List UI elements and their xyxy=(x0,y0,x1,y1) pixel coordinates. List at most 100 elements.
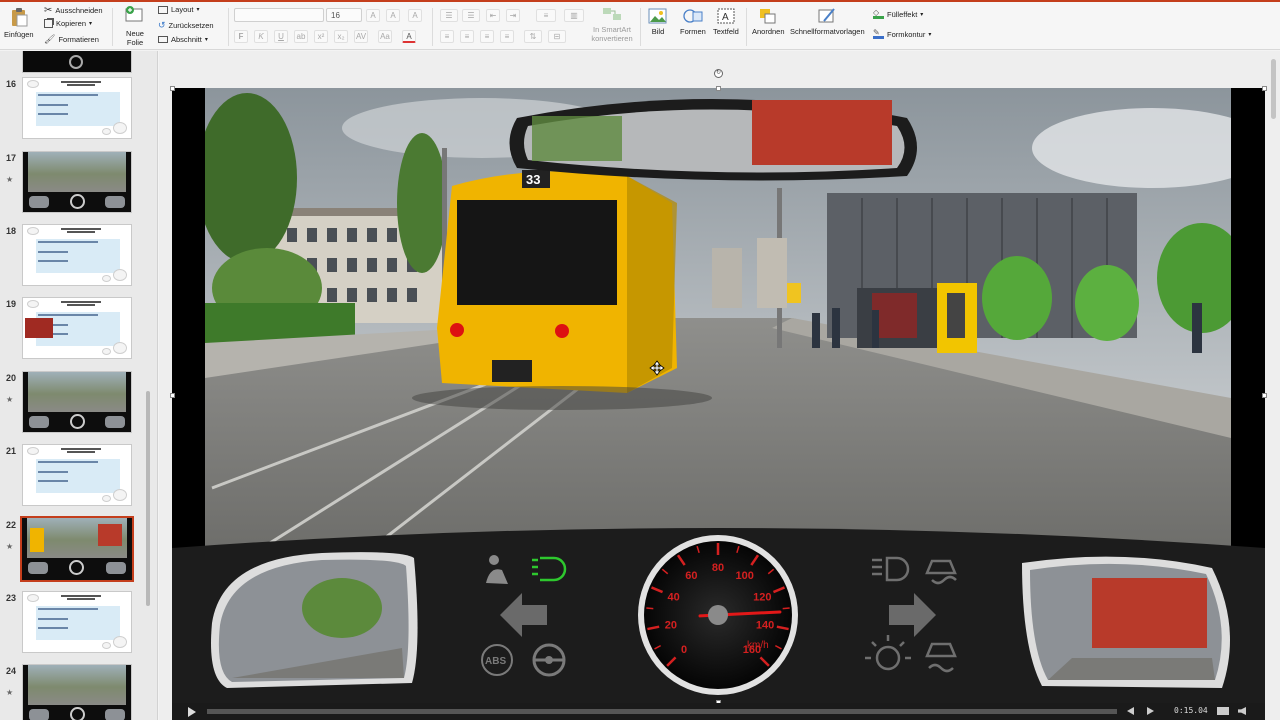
outline-button[interactable]: ✎ Formkontur ▾ xyxy=(873,29,931,39)
sidebar-scroll-thumb[interactable] xyxy=(146,391,150,606)
preview-scene xyxy=(28,665,126,705)
resize-handle-e[interactable] xyxy=(1262,393,1267,398)
underline-icon[interactable]: U xyxy=(274,30,288,43)
canvas-scrollbar[interactable] xyxy=(1271,59,1276,119)
brush-icon: 🖌 xyxy=(44,34,56,44)
shapes-button[interactable]: Formen xyxy=(680,7,706,36)
smartart-button[interactable]: In SmartArt konvertieren xyxy=(588,5,636,43)
preview-text-line xyxy=(38,94,98,96)
preview-mirror xyxy=(28,562,48,574)
bullets-icon[interactable]: ☰ xyxy=(440,9,458,22)
preview-decoration xyxy=(113,342,127,354)
outdent-icon[interactable]: ⇤ xyxy=(486,9,500,22)
slide-thumbnail[interactable] xyxy=(0,51,145,77)
font-name-field[interactable] xyxy=(234,8,324,22)
numbering-icon[interactable]: ☰ xyxy=(462,9,480,22)
new-slide-label: Neue Folie xyxy=(126,29,144,47)
preview-mirror xyxy=(106,562,126,574)
slide-thumbnail[interactable]: 17 ★ xyxy=(0,151,145,217)
slide-number: 18 xyxy=(5,226,16,236)
resize-handle-n[interactable] xyxy=(716,86,721,91)
rotate-handle-icon[interactable]: ↻ xyxy=(714,69,723,78)
reset-icon: ↺ xyxy=(158,20,166,30)
align-center-icon[interactable]: ≡ xyxy=(460,30,474,43)
slide-number: 19 xyxy=(5,299,16,309)
italic-icon[interactable]: K xyxy=(254,30,268,43)
preview-mirror xyxy=(105,416,125,428)
fill-button[interactable]: ◇ Fülleffekt ▾ xyxy=(873,9,923,19)
slide-preview xyxy=(22,664,132,720)
picture-button[interactable]: Bild xyxy=(648,7,668,36)
captions-icon[interactable] xyxy=(1217,707,1229,715)
paste-button[interactable]: Einfügen xyxy=(4,6,34,39)
indent-icon[interactable]: ⇥ xyxy=(506,9,520,22)
smartart-icon xyxy=(603,8,621,20)
superscript-icon[interactable]: x² xyxy=(314,30,328,43)
layout-icon xyxy=(158,5,168,14)
slide-thumbnail[interactable]: 18 xyxy=(0,224,145,290)
chevron-down-icon: ▾ xyxy=(920,11,924,18)
volume-icon[interactable] xyxy=(1238,707,1246,715)
columns-icon[interactable]: ▥ xyxy=(564,9,584,22)
slide-thumbnail[interactable]: 24 ★ xyxy=(0,664,145,720)
cut-button[interactable]: ✂ Ausschneiden xyxy=(44,5,103,16)
slide-preview xyxy=(22,591,132,653)
preview-decoration xyxy=(113,489,127,501)
line-spacing-icon[interactable]: ≡ xyxy=(536,9,556,22)
shapes-icon xyxy=(683,9,703,23)
preview-answer-box xyxy=(36,92,120,126)
resize-handle-ne[interactable] xyxy=(1262,86,1267,91)
case-icon[interactable]: Aa xyxy=(378,30,392,43)
subscript-icon[interactable]: x₂ xyxy=(334,30,348,43)
slide-thumbnail[interactable]: 23 xyxy=(0,591,145,657)
grow-font-icon[interactable]: A xyxy=(366,9,380,22)
clear-format-icon[interactable]: A xyxy=(408,9,422,22)
strikethrough-icon[interactable]: ab xyxy=(294,30,308,43)
slide-thumbnail[interactable]: 20 ★ xyxy=(0,371,145,437)
preview-answer-box xyxy=(36,606,120,640)
forward-icon[interactable] xyxy=(1147,707,1154,715)
arrange-button[interactable]: Anordnen xyxy=(752,7,785,36)
spacing-icon[interactable]: AV xyxy=(354,30,368,43)
preview-decoration xyxy=(102,642,111,649)
preview-text-line xyxy=(38,618,68,620)
align-right-icon[interactable]: ≡ xyxy=(480,30,494,43)
preview-text-line xyxy=(38,104,68,106)
slide-thumbnail[interactable]: 22 ★ xyxy=(0,516,145,584)
chevron-down-icon: ▾ xyxy=(89,21,93,27)
play-icon[interactable] xyxy=(188,707,196,717)
format-painter-button[interactable]: 🖌 Formatieren xyxy=(44,34,99,45)
sidebar-scrollbar[interactable] xyxy=(145,51,151,720)
rewind-icon[interactable] xyxy=(1127,707,1134,715)
slide-thumbnail[interactable]: 19 xyxy=(0,297,145,363)
preview-answer-box xyxy=(36,459,120,493)
preview-text-line xyxy=(38,627,68,629)
video-frame[interactable]: 33 ABS 0 20 40 60 80 100 120 140 160 km/… xyxy=(172,88,1265,703)
font-size-field[interactable]: 16 xyxy=(326,8,362,22)
align-text-icon[interactable]: ⊟ xyxy=(548,30,566,43)
align-left-icon[interactable]: ≡ xyxy=(440,30,454,43)
preview-building xyxy=(98,524,122,546)
section-button[interactable]: Abschnitt ▾ xyxy=(158,35,208,44)
playback-progress[interactable] xyxy=(207,709,1117,714)
resize-handle-w[interactable] xyxy=(170,393,175,398)
resize-handle-nw[interactable] xyxy=(170,86,175,91)
copy-button[interactable]: Kopieren ▾ xyxy=(44,19,92,28)
slide-thumbnail[interactable]: 21 xyxy=(0,444,145,510)
tram-route-number: 33 xyxy=(526,172,540,187)
text-direction-icon[interactable]: ⇅ xyxy=(524,30,542,43)
shrink-font-icon[interactable]: A xyxy=(386,9,400,22)
preview-gauge xyxy=(70,194,85,209)
quick-styles-button[interactable]: Schnellformatvorlagen xyxy=(790,7,865,36)
justify-icon[interactable]: ≡ xyxy=(500,30,514,43)
bold-icon[interactable]: F xyxy=(234,30,248,43)
slide-preview xyxy=(22,151,132,213)
new-slide-button[interactable]: Neue Folie xyxy=(120,5,150,47)
textbox-button[interactable]: A Textfeld xyxy=(713,7,739,36)
reset-button[interactable]: ↺ Zurücksetzen xyxy=(158,20,214,31)
layout-button[interactable]: Layout ▾ xyxy=(158,5,200,14)
font-color-icon[interactable]: A xyxy=(402,30,416,43)
preview-decoration xyxy=(102,275,111,282)
preview-mirror xyxy=(29,416,49,428)
slide-thumbnail[interactable]: 16 xyxy=(0,77,145,143)
